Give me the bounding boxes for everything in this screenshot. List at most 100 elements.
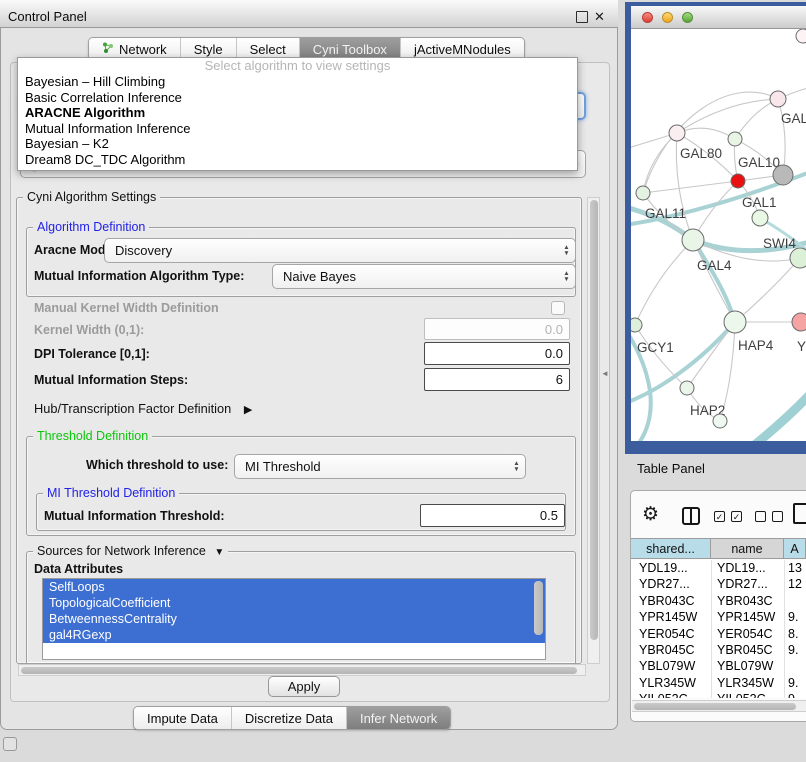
table-horizontal-scrollbar[interactable] xyxy=(632,700,806,712)
aracne-mode-select[interactable]: Discovery ▲▼ xyxy=(104,238,576,263)
select-all-checkbox-icon[interactable]: ✓ xyxy=(714,511,725,522)
table-cell: YBL079W xyxy=(717,658,787,674)
table-row[interactable]: YDL19...YDL19...13 xyxy=(631,560,806,576)
table-row[interactable]: YBR043CYBR043C xyxy=(631,593,806,609)
kernel-width-value: 0.0 xyxy=(545,322,563,337)
network-window-titlebar[interactable] xyxy=(631,6,806,29)
deselect-all-checkbox-icon[interactable] xyxy=(755,511,766,522)
table-cell: 9. xyxy=(788,675,806,691)
column-header-shared[interactable]: shared... xyxy=(631,539,711,558)
algorithm-dropdown-popup: Select algorithm to view settings Bayesi… xyxy=(17,57,578,171)
tab-label: Cyni Toolbox xyxy=(313,42,387,57)
table-row[interactable]: YBR045CYBR045C9. xyxy=(631,642,806,658)
data-attributes-label: Data Attributes xyxy=(34,562,123,576)
table-row[interactable]: YER054CYER054C8. xyxy=(631,626,806,642)
float-window-icon[interactable] xyxy=(576,11,588,23)
table-cell: 8. xyxy=(788,626,806,642)
splitter-grip-icon[interactable]: ◄ xyxy=(601,369,609,378)
table-body[interactable]: YDL19...YDL19...13YDR27...YDR27...12YBR0… xyxy=(631,560,806,698)
select-all-checkbox-icon[interactable]: ✓ xyxy=(731,511,742,522)
which-threshold-select[interactable]: MI Threshold ▲▼ xyxy=(234,454,526,479)
settings-group-title: Cyni Algorithm Settings xyxy=(23,190,160,204)
close-traffic-light-icon[interactable] xyxy=(642,12,653,23)
zoom-traffic-light-icon[interactable] xyxy=(682,12,693,23)
threshold-definition-title: Threshold Definition xyxy=(33,429,152,443)
control-panel-titlebar[interactable] xyxy=(0,0,618,28)
settings-horizontal-scrollbar[interactable] xyxy=(18,664,586,676)
attribute-item-gal4rgexp[interactable]: gal4RGexp xyxy=(43,627,545,643)
table-cell: YBR045C xyxy=(717,642,787,658)
attributes-scrollbar-thumb[interactable] xyxy=(534,581,543,635)
algorithm-item-mutual-information-inference[interactable]: Mutual Information Inference xyxy=(18,121,577,137)
minimize-traffic-light-icon[interactable] xyxy=(662,12,673,23)
algorithm-item-bayesian-hill-climbing[interactable]: Bayesian – Hill Climbing xyxy=(18,74,577,90)
table-cell: YBL079W xyxy=(639,658,709,674)
network-node[interactable] xyxy=(796,29,806,43)
data-attributes-list[interactable]: SelfLoopsTopologicalCoefficientBetweenne… xyxy=(42,578,546,660)
network-node-gal10[interactable] xyxy=(728,132,742,146)
hub-definition-expander[interactable]: Hub/Transcription Factor Definition ▶ xyxy=(34,401,252,416)
node-label-swi4: SWI4 xyxy=(763,236,796,251)
screen: Control Panel ✕ NetworkStyleSelectCyni T… xyxy=(0,0,806,762)
new-table-icon[interactable] xyxy=(793,503,806,524)
attribute-item-betweennesscentrality[interactable]: BetweennessCentrality xyxy=(43,611,545,627)
scrollbar-thumb[interactable] xyxy=(590,200,598,640)
table-row[interactable]: YDR27...YDR27...12 xyxy=(631,576,806,592)
table-cell: YBR043C xyxy=(639,593,709,609)
bottom-tab-infer-network[interactable]: Infer Network xyxy=(347,707,450,729)
attribute-item-topologicalcoefficient[interactable]: TopologicalCoefficient xyxy=(43,595,545,611)
manual-kernel-checkbox[interactable] xyxy=(551,301,565,315)
gear-icon[interactable]: ⚙ xyxy=(642,505,659,525)
apply-button[interactable]: Apply xyxy=(268,676,340,697)
table-row[interactable]: YIL052CYIL052C9. xyxy=(631,691,806,698)
algorithm-item-aracne-algorithm[interactable]: ARACNE Algorithm xyxy=(18,105,577,121)
bottom-tab-discretize-data[interactable]: Discretize Data xyxy=(232,707,347,729)
column-header-name[interactable]: name xyxy=(711,539,784,558)
table-header-row: shared...nameA xyxy=(631,538,806,559)
network-node-gal11[interactable] xyxy=(636,186,650,200)
table-row[interactable]: YBL079W YBL079W xyxy=(631,658,806,674)
table-cell: YDL19... xyxy=(717,560,787,576)
network-node-gal[interactable] xyxy=(770,91,786,107)
network-node[interactable] xyxy=(790,248,806,268)
network-node-gal1[interactable] xyxy=(731,174,745,188)
network-node-hap2[interactable] xyxy=(680,381,694,395)
table-row[interactable]: YLR345WYLR345W9. xyxy=(631,675,806,691)
node-label-gal1: GAL1 xyxy=(742,195,777,210)
mi-steps-field[interactable]: 6 xyxy=(424,368,570,391)
manual-kernel-label: Manual Kernel Width Definition xyxy=(34,301,219,315)
deselect-all-checkbox-icon[interactable] xyxy=(772,511,783,522)
network-node-gal4[interactable] xyxy=(682,229,704,251)
bottom-tab-impute-data[interactable]: Impute Data xyxy=(134,707,232,729)
table-row[interactable]: YPR145WYPR145W9. xyxy=(631,609,806,625)
expander-right-icon: ▶ xyxy=(244,404,252,416)
columns-icon[interactable] xyxy=(682,507,700,525)
table-panel-title: Table Panel xyxy=(637,461,705,476)
table-cell: YPR145W xyxy=(717,609,787,625)
sources-group-title[interactable]: Sources for Network Inference ▼ xyxy=(33,544,228,558)
algorithm-item-dream8-dc-tdc-algorithm[interactable]: Dream8 DC_TDC Algorithm xyxy=(18,152,577,168)
settings-vertical-scrollbar[interactable] xyxy=(587,197,600,664)
network-node[interactable] xyxy=(773,165,793,185)
network-node-y[interactable] xyxy=(792,313,806,331)
collapsed-panel-icon[interactable] xyxy=(3,737,17,751)
table-cell: YDR27... xyxy=(717,576,787,592)
attribute-item-selfloops[interactable]: SelfLoops xyxy=(43,579,545,595)
dpi-tolerance-field[interactable]: 0.0 xyxy=(424,342,570,365)
close-icon[interactable]: ✕ xyxy=(594,3,605,31)
column-header-a[interactable]: A xyxy=(784,539,806,558)
algorithm-item-bayesian-k2[interactable]: Bayesian – K2 xyxy=(18,136,577,152)
scrollbar-thumb[interactable] xyxy=(21,667,577,674)
mi-type-select[interactable]: Naive Bayes ▲▼ xyxy=(272,264,576,289)
network-node-swi4[interactable] xyxy=(752,210,768,226)
network-node-gal80[interactable] xyxy=(669,125,685,141)
network-node-hap4[interactable] xyxy=(724,311,746,333)
mi-threshold-field[interactable]: 0.5 xyxy=(420,504,565,527)
network-node[interactable] xyxy=(713,414,727,428)
scrollbar-thumb[interactable] xyxy=(634,703,796,710)
mi-type-value: Naive Bayes xyxy=(273,269,558,284)
network-node-gcy1[interactable] xyxy=(631,318,642,332)
network-canvas[interactable]: GALGAL80GAL10GAL1GAL11SWI4GAL4GCY1HAP4YH… xyxy=(631,29,806,441)
kernel-width-field[interactable]: 0.0 xyxy=(424,318,570,340)
algorithm-item-basic-correlation-inference[interactable]: Basic Correlation Inference xyxy=(18,90,577,106)
